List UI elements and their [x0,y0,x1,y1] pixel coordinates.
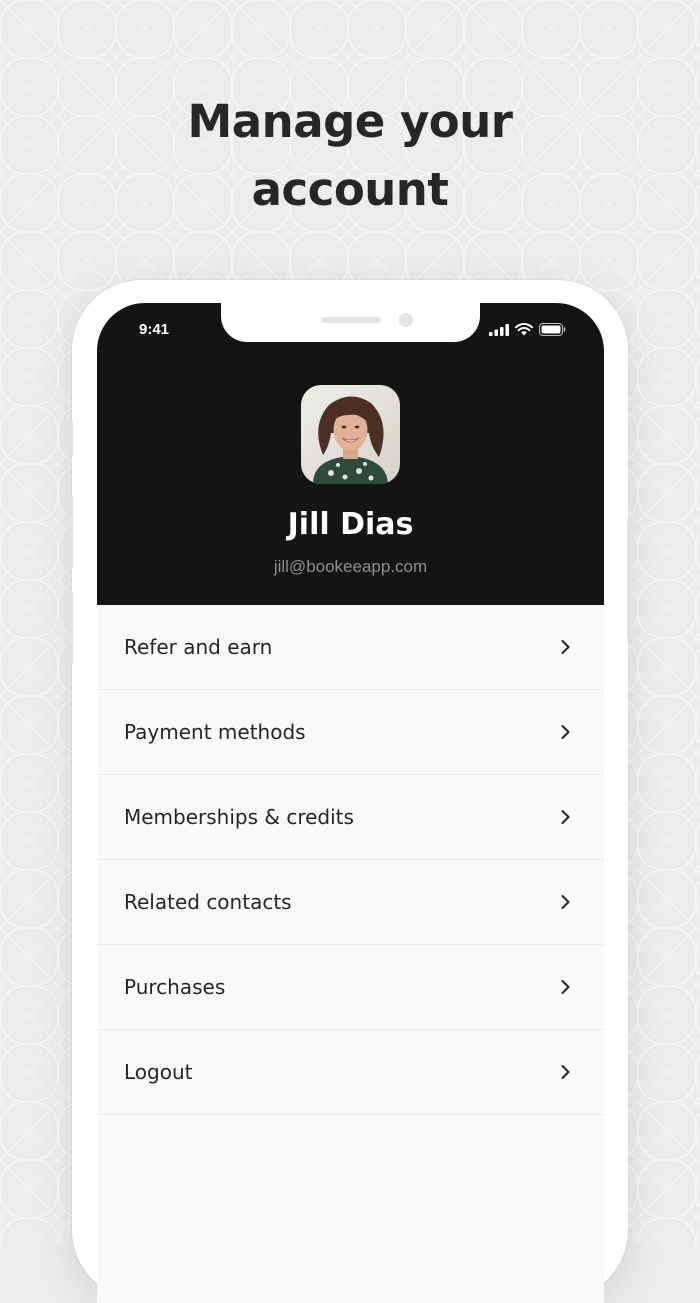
account-menu: Refer and earn Payment methods Membershi… [97,605,604,1115]
menu-item-purchases[interactable]: Purchases [97,945,604,1030]
menu-item-label: Payment methods [124,720,306,744]
speaker-icon [321,317,381,323]
chevron-right-icon [561,980,570,994]
chevron-right-icon [561,895,570,909]
chevron-right-icon [561,725,570,739]
menu-item-payment-methods[interactable]: Payment methods [97,690,604,775]
phone-volume-down-button [67,590,73,665]
phone-notch [221,303,480,342]
phone-frame: 9:41 Jill Dias jill@bookeeapp.com Refer … [67,280,633,1303]
menu-item-memberships-credits[interactable]: Memberships & credits [97,775,604,860]
user-email: jill@bookeeapp.com [273,557,428,576]
menu-item-logout[interactable]: Logout [97,1030,604,1115]
cellular-signal-icon [489,323,509,336]
profile-header: 9:41 Jill Dias jill@bookeeapp.com [97,303,604,605]
promo-headline-line2: account [251,163,449,216]
menu-item-label: Refer and earn [124,635,273,659]
menu-item-label: Purchases [124,975,226,999]
promo-headline-line1: Manage your [187,95,513,148]
phone-volume-up-button [67,495,73,570]
user-name: Jill Dias [287,507,414,542]
avatar[interactable] [301,385,400,484]
camera-icon [399,313,413,327]
chevron-right-icon [561,640,570,654]
chevron-right-icon [561,1065,570,1079]
menu-item-label: Related contacts [124,890,292,914]
promo-headline: Manage your account [0,88,700,224]
status-icons [489,323,566,336]
battery-icon [539,323,566,336]
phone-mute-switch [67,420,73,458]
status-time: 9:41 [139,321,170,338]
avatar-photo [301,385,400,484]
wifi-icon [515,323,533,336]
phone-screen: 9:41 Jill Dias jill@bookeeapp.com Refer … [97,303,604,1303]
menu-item-refer-and-earn[interactable]: Refer and earn [97,605,604,690]
menu-item-label: Memberships & credits [124,805,354,829]
menu-item-label: Logout [124,1060,193,1084]
chevron-right-icon [561,810,570,824]
phone-power-button [627,520,633,640]
menu-item-related-contacts[interactable]: Related contacts [97,860,604,945]
